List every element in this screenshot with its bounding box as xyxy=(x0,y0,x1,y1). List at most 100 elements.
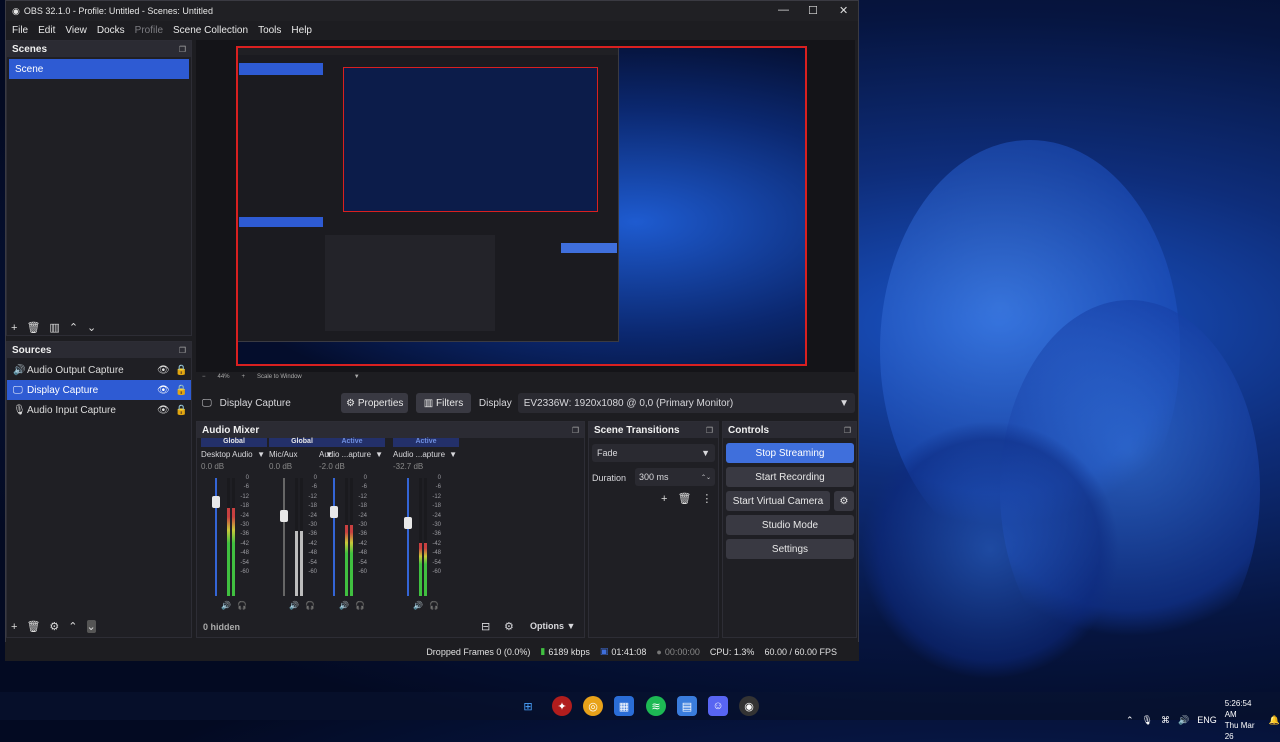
monitor-headphones-icon[interactable]: 🎧 xyxy=(305,601,315,610)
mic-icon[interactable]: 🎙 xyxy=(1142,715,1153,726)
mute-speaker-icon[interactable]: 🔊 xyxy=(339,601,349,610)
volume-icon[interactable]: 🔊 xyxy=(1178,715,1189,726)
channel-name-dropdown[interactable]: Desktop Audio ▼ xyxy=(201,450,271,459)
maximize-button[interactable]: ☐ xyxy=(808,4,818,17)
layout-toggle-icon[interactable]: ⊟ xyxy=(481,620,490,633)
app-icon-red[interactable]: ✦ xyxy=(552,696,572,716)
clock[interactable]: 5:26:54 AM Thu Mar 26 xyxy=(1225,698,1261,742)
mixer-options-button[interactable]: Options ▼ xyxy=(530,621,575,631)
display-select[interactable]: EV2336W: 1920x1080 @ 0,0 (Primary Monito… xyxy=(517,393,856,413)
lock-icon[interactable]: 🔒 xyxy=(175,385,187,396)
duration-input[interactable]: 300 ms ⌃⌄ xyxy=(635,468,715,486)
move-up-button[interactable]: ⌃ xyxy=(69,321,78,334)
mute-speaker-icon[interactable]: 🔊 xyxy=(413,601,423,610)
volume-slider-handle[interactable] xyxy=(330,506,338,519)
remove-source-button[interactable]: 🗑 xyxy=(26,620,40,633)
scene-item[interactable]: Scene xyxy=(9,59,189,79)
volume-slider[interactable] xyxy=(407,478,409,596)
notification-bell-icon[interactable]: 🔔 xyxy=(1269,715,1280,726)
popout-icon[interactable]: ❐ xyxy=(179,346,186,355)
chrome-icon[interactable]: ◎ xyxy=(583,696,603,716)
popout-icon[interactable]: ❐ xyxy=(572,426,579,435)
obs-taskbar-icon[interactable]: ◉ xyxy=(739,696,759,716)
chevron-down-icon[interactable]: ▼ xyxy=(354,374,360,380)
popout-icon[interactable]: ❐ xyxy=(179,45,186,54)
popout-icon[interactable]: ❐ xyxy=(844,426,851,435)
move-up-button[interactable]: ⌃ xyxy=(68,620,77,633)
source-settings-button[interactable]: ⚙ xyxy=(49,620,59,633)
chevron-down-icon: ▼ xyxy=(449,450,457,459)
popout-icon[interactable]: ❐ xyxy=(706,426,713,435)
add-transition-button[interactable]: + xyxy=(661,493,667,505)
selection-box[interactable] xyxy=(236,46,807,366)
controls-title: Controls xyxy=(728,424,770,436)
mute-speaker-icon[interactable]: 🔊 xyxy=(221,601,231,610)
monitor-headphones-icon[interactable]: 🎧 xyxy=(355,601,365,610)
add-scene-button[interactable]: + xyxy=(11,322,17,334)
channel-name-dropdown[interactable]: Audio ...apture ▼ xyxy=(393,450,463,459)
eye-icon[interactable]: 👁 xyxy=(157,365,170,376)
menu-help[interactable]: Help xyxy=(291,25,312,36)
store-icon[interactable]: ▦ xyxy=(614,696,634,716)
stream-time: 01:41:08 xyxy=(611,646,647,657)
add-source-button[interactable]: + xyxy=(11,621,17,633)
lock-icon[interactable]: 🔒 xyxy=(175,405,187,416)
volume-slider-handle[interactable] xyxy=(404,516,412,529)
source-item-audio-output[interactable]: 🔊 Audio Output Capture 👁 🔒 xyxy=(7,360,191,380)
eye-icon[interactable]: 👁 xyxy=(157,385,170,396)
transition-select[interactable]: Fade ▼ xyxy=(592,444,715,462)
menu-edit[interactable]: Edit xyxy=(38,25,55,36)
properties-button[interactable]: ⚙ Properties xyxy=(341,393,409,413)
notepad-icon[interactable]: ▤ xyxy=(677,696,697,716)
scene-filters-button[interactable]: ▥ xyxy=(49,321,59,334)
tray-chevron-icon[interactable]: ⌃ xyxy=(1126,715,1134,726)
network-icon[interactable]: ⌘ xyxy=(1161,715,1170,726)
channel-name-dropdown[interactable]: Audio ...apture ▼ xyxy=(319,450,389,459)
stop-streaming-button[interactable]: Stop Streaming xyxy=(726,443,854,463)
stream-icon: ▣ xyxy=(599,646,609,656)
menu-tools[interactable]: Tools xyxy=(258,25,281,36)
mute-speaker-icon[interactable]: 🔊 xyxy=(289,601,299,610)
volume-slider[interactable] xyxy=(333,478,335,596)
spin-arrows-icon[interactable]: ⌃⌄ xyxy=(701,474,711,481)
language-indicator[interactable]: ENG xyxy=(1197,715,1217,725)
scale-mode[interactable]: Scale to Window xyxy=(257,374,302,380)
volume-slider-handle[interactable] xyxy=(212,495,220,508)
remove-scene-button[interactable]: 🗑 xyxy=(26,321,40,334)
move-down-button[interactable]: ⌄ xyxy=(87,321,96,334)
source-label: Audio Output Capture xyxy=(27,364,124,376)
menu-file[interactable]: File xyxy=(12,25,28,36)
menu-docks[interactable]: Docks xyxy=(97,25,125,36)
source-item-display[interactable]: 🖵 Display Capture 👁 🔒 xyxy=(7,380,191,400)
windows-start-icon[interactable]: ⊞ xyxy=(518,696,538,716)
zoom-in-button[interactable]: + xyxy=(242,374,246,380)
volume-slider[interactable] xyxy=(283,478,285,596)
remove-transition-button[interactable]: 🗑 xyxy=(677,492,691,505)
menu-profile[interactable]: Profile xyxy=(135,25,163,36)
filters-label: Filters xyxy=(435,397,464,409)
more-options-icon[interactable]: ⋮ xyxy=(701,492,712,505)
minimize-button[interactable]: — xyxy=(778,4,789,16)
menu-view[interactable]: View xyxy=(65,25,87,36)
filters-button[interactable]: ▥ Filters xyxy=(416,393,471,413)
monitor-headphones-icon[interactable]: 🎧 xyxy=(237,601,247,610)
zoom-out-button[interactable]: − xyxy=(202,374,206,380)
move-down-button[interactable]: ⌄ xyxy=(86,620,96,633)
eye-icon[interactable]: 👁 xyxy=(157,405,170,416)
settings-button[interactable]: Settings xyxy=(726,539,854,559)
source-item-audio-input[interactable]: 🎙 Audio Input Capture 👁 🔒 xyxy=(7,400,191,420)
lock-icon[interactable]: 🔒 xyxy=(175,365,187,376)
close-button[interactable]: ✕ xyxy=(839,4,848,17)
start-virtual-camera-button[interactable]: Start Virtual Camera xyxy=(726,491,830,511)
discord-icon[interactable]: ☺ xyxy=(708,696,728,716)
virtual-camera-settings-button[interactable]: ⚙ xyxy=(834,491,854,511)
preview-area[interactable]: − 44% + Scale to Window ▼ xyxy=(196,40,855,380)
start-recording-button[interactable]: Start Recording xyxy=(726,467,854,487)
advanced-audio-icon[interactable]: ⚙ xyxy=(504,620,514,633)
menu-scene-collection[interactable]: Scene Collection xyxy=(173,25,248,36)
studio-mode-button[interactable]: Studio Mode xyxy=(726,515,854,535)
volume-slider-handle[interactable] xyxy=(280,509,288,522)
spotify-icon[interactable]: ≋ xyxy=(646,696,666,716)
channel-name: Audio ...apture xyxy=(393,450,446,459)
monitor-headphones-icon[interactable]: 🎧 xyxy=(429,601,439,610)
